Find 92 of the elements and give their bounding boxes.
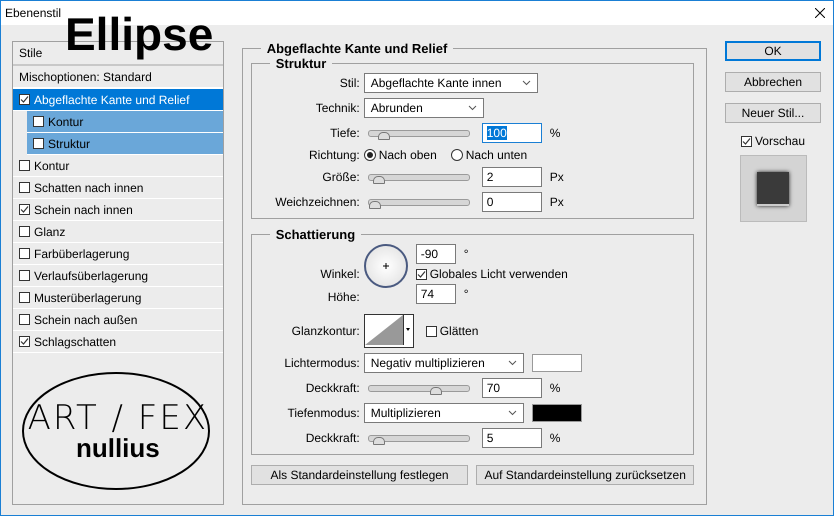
checkbox[interactable] [19,248,30,259]
checkbox[interactable] [416,268,427,280]
field-label: Richtung: [308,148,360,162]
checkbox[interactable] [19,226,30,237]
style-item[interactable]: Schatten nach innen [13,177,223,199]
unit-label: ° [464,247,469,261]
style-item[interactable]: Abgeflachte Kante und Relief [13,89,223,111]
dropdown[interactable]: Abgeflachte Kante innen [364,73,538,93]
number-field[interactable]: 0 [482,192,542,212]
radio-option[interactable]: Nach oben [364,148,437,162]
section-title: Abgeflachte Kante und Relief [266,41,448,56]
checkbox-option[interactable]: Globales Licht verwenden [416,267,568,281]
angle-dial[interactable] [364,244,408,288]
slider-thumb[interactable] [373,176,386,184]
radio-option[interactable]: Nach unten [450,148,528,162]
style-item[interactable]: Schein nach innen [13,199,223,221]
style-item[interactable]: Schlagschatten [13,331,223,353]
checkbox-option[interactable]: Vorschau [740,134,806,148]
number-field[interactable]: 70 [482,378,542,398]
crosshair-icon [382,263,389,269]
style-item[interactable]: Schein nach außen [13,309,223,331]
field-label: Technik: [314,101,360,115]
style-item[interactable]: Farbüberlagerung [13,243,223,265]
checkbox[interactable] [740,136,752,146]
field-label: Lichtermodus: [283,356,360,370]
chevron-icon [508,410,517,416]
dialog-button[interactable]: Neuer Stil... [725,103,821,123]
color-swatch[interactable] [532,354,582,372]
checkbox[interactable] [33,116,44,127]
logo-text: nullius [76,435,160,461]
dropdown[interactable]: Multiplizieren [364,403,524,423]
contour-picker[interactable] [364,314,414,348]
preview-thumbnail [740,155,806,222]
style-item[interactable]: Musterüberlagerung [13,287,223,309]
style-item[interactable]: Verlaufsüberlagerung [13,265,223,287]
dropdown[interactable]: Abrunden [364,98,484,118]
checkbox[interactable] [19,336,30,347]
field-label: Tiefe: [329,126,360,140]
section-title: Struktur [274,56,328,71]
unit-label: ° [464,287,469,301]
style-item[interactable]: Glanz [13,221,223,243]
close-icon[interactable] [815,8,825,18]
field-label: Winkel: [319,267,360,281]
field-label: Tiefenmodus: [286,406,360,420]
slider-thumb[interactable] [373,436,386,444]
style-item[interactable]: Kontur [13,155,223,177]
dialog-button[interactable]: OK [725,41,821,61]
checkbox[interactable] [19,292,30,303]
radio-dot-icon [366,152,373,158]
style-item[interactable]: Struktur [27,133,223,155]
window-title: Ebenenstil [5,6,62,20]
checkbox[interactable] [33,138,44,149]
default-button[interactable]: Als Standardeinstellung festlegen [250,465,468,485]
checkbox[interactable] [19,314,30,325]
field-label: Deckkraft: [304,381,360,395]
logo-text: ART / FEX [28,401,208,435]
field-label: Höhe: [326,290,360,304]
number-field[interactable]: 100 [482,123,542,143]
dialog-button[interactable]: Abbrechen [725,72,821,92]
checkbox[interactable] [19,270,30,281]
number-field[interactable]: 74 [416,284,456,304]
default-button[interactable]: Auf Standardeinstellung zurücksetzen [476,465,694,485]
chevron-icon [508,360,517,366]
chevron-icon [468,105,477,111]
checkbox-option[interactable]: Glätten [426,324,478,338]
slider-thumb[interactable] [430,386,442,394]
field-label: Deckkraft: [304,431,360,445]
field-label: Stil: [338,76,360,90]
field-label: Glanzkontur: [290,324,360,338]
slider-thumb[interactable] [378,132,390,140]
field-label: Weichzeichnen: [274,195,360,209]
color-swatch[interactable] [532,404,582,422]
number-field[interactable]: -90 [416,244,456,264]
checkbox[interactable] [19,94,30,105]
checkbox[interactable] [19,204,30,215]
unit-label: % [550,431,560,445]
slider-thumb[interactable] [368,200,381,208]
unit-label: % [550,126,560,140]
section-title: Schattierung [274,227,356,242]
number-field[interactable]: 2 [482,167,542,187]
checkbox[interactable] [19,182,30,193]
dropdown[interactable]: Negativ multiplizieren [364,353,524,373]
number-field[interactable]: 5 [482,428,542,448]
checkbox[interactable] [426,326,437,336]
caret-icon[interactable] [402,315,412,345]
unit-label: Px [550,170,564,184]
style-item[interactable]: Kontur [27,111,223,133]
checkbox[interactable] [19,160,30,171]
chevron-icon [522,80,531,86]
unit-label: % [550,381,560,395]
unit-label: Px [550,195,564,209]
field-label: Größe: [321,170,360,184]
